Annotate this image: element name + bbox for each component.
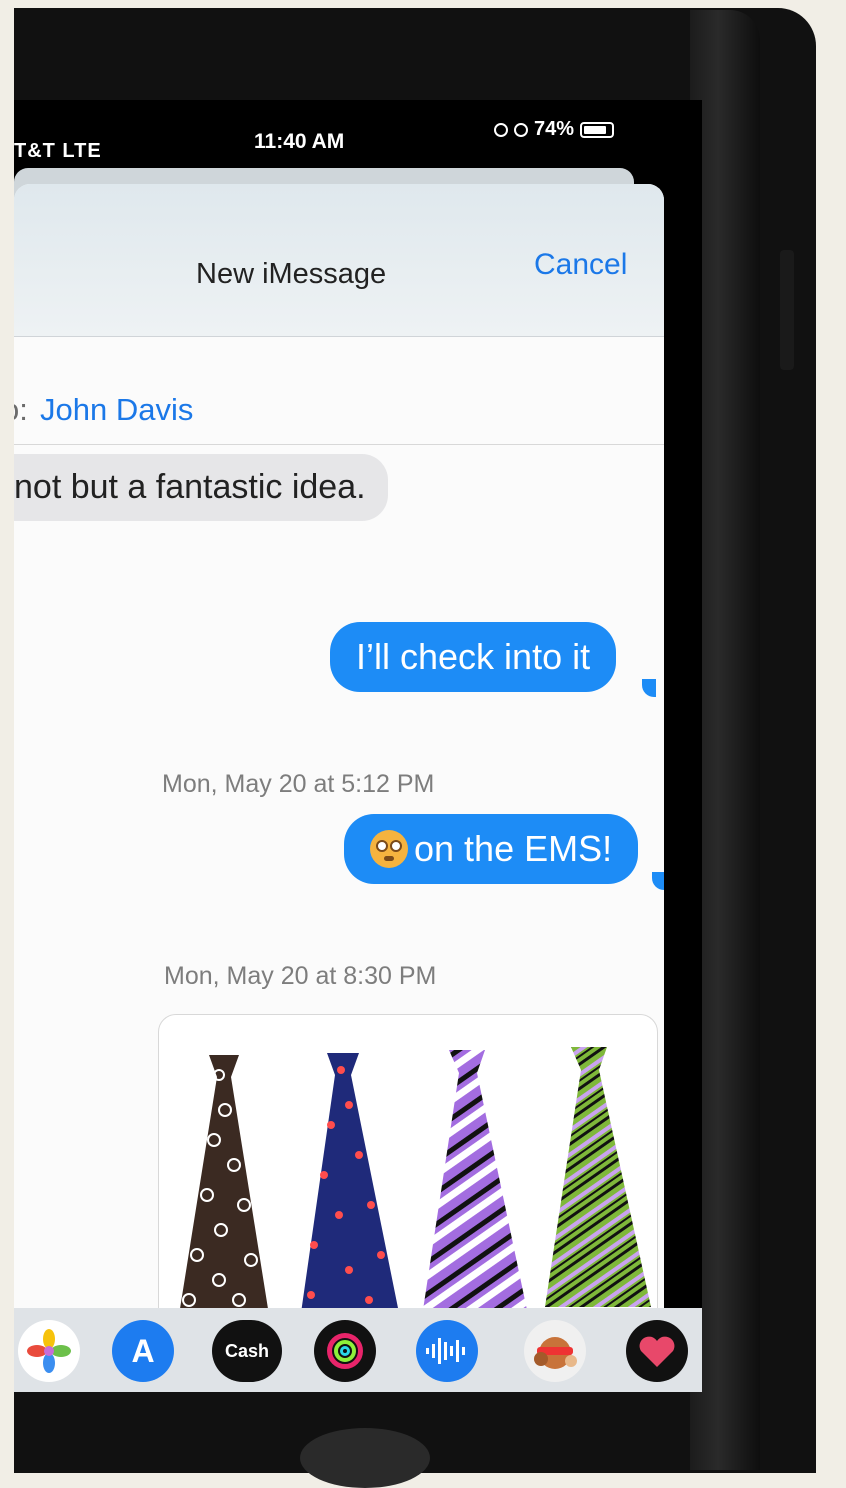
timestamp: Mon, May 20 at 8:30 PM <box>164 962 437 990</box>
memoji-icon[interactable] <box>524 1320 586 1382</box>
recipient-token[interactable]: John Davis <box>40 392 193 428</box>
fitness-icon[interactable] <box>314 1320 376 1382</box>
cancel-button[interactable]: Cancel <box>534 248 627 282</box>
battery-percent: 74% <box>534 118 575 140</box>
tie-purple-striped <box>423 1050 527 1310</box>
tie-green-striped <box>545 1047 651 1307</box>
bubble-tail <box>642 679 656 697</box>
clock: 11:40 AM <box>254 130 345 153</box>
cash-label: Cash <box>224 1340 269 1361</box>
heart-sticker-icon[interactable] <box>626 1320 688 1382</box>
timestamp: Mon, May 20 at 5:12 PM <box>162 770 435 798</box>
outgoing-message[interactable]: I’ll check into it <box>330 622 617 692</box>
waveform <box>426 1338 465 1364</box>
app-store-icon[interactable]: A <box>112 1320 174 1382</box>
neckties-image <box>179 1047 651 1315</box>
outgoing-message[interactable]: on the EMS! <box>344 814 639 884</box>
new-message-sheet: New iMessage Cancel o: John Davis not bu… <box>14 184 664 1392</box>
battery-icon <box>580 121 615 138</box>
necktie-sticker[interactable] <box>158 1014 658 1326</box>
app-drawer: A Cash <box>14 1308 702 1392</box>
photos-icon[interactable] <box>18 1320 80 1382</box>
bubble-tail <box>652 872 664 890</box>
status-right: 74% <box>494 118 615 141</box>
orientation-lock-icon <box>494 122 508 137</box>
audio-message-icon[interactable] <box>416 1320 478 1382</box>
to-label: o: <box>14 392 28 427</box>
side-button <box>780 250 794 370</box>
message-text: on the EMS! <box>414 828 613 869</box>
home-button <box>300 1428 430 1488</box>
memoji-faces <box>534 1337 577 1369</box>
screen: T&T LTE 11:40 AM 74% New iMessage Cancel… <box>14 100 702 1392</box>
incoming-message[interactable]: not but a fantastic idea. <box>14 454 388 521</box>
heart-shape <box>639 1336 675 1367</box>
page-title: New iMessage <box>196 258 387 290</box>
to-field[interactable]: o: John Davis <box>14 392 664 445</box>
tie-brown <box>179 1055 269 1315</box>
carrier-label: T&T LTE <box>14 140 102 162</box>
photos-flower <box>27 1329 71 1373</box>
tie-navy <box>301 1053 399 1313</box>
alarm-icon <box>514 122 528 137</box>
sheet-header: New iMessage Cancel <box>14 184 664 337</box>
flushed-face-emoji-icon <box>370 830 408 868</box>
apple-cash-icon[interactable]: Cash <box>212 1320 282 1382</box>
